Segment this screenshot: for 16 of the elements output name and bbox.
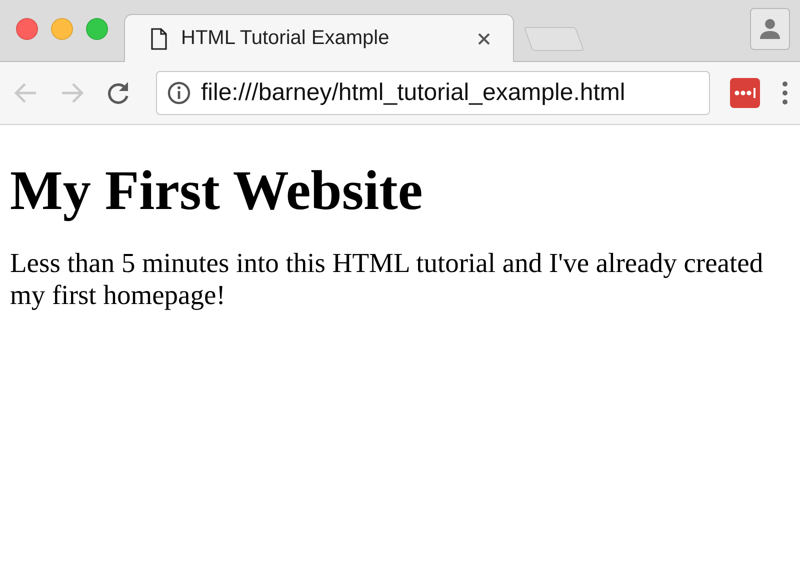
document-icon <box>151 28 167 50</box>
profile-button[interactable] <box>750 8 790 50</box>
dots-icon <box>734 88 756 98</box>
page-heading: My First Website <box>10 161 424 223</box>
password-manager-extension-button[interactable] <box>730 78 760 108</box>
tab-title: HTML Tutorial Example <box>181 27 390 50</box>
address-bar[interactable]: file:///barney/html_tutorial_example.html <box>156 71 710 115</box>
zoom-button[interactable] <box>86 18 108 40</box>
info-icon <box>167 81 191 105</box>
person-icon <box>758 18 782 40</box>
close-window-button[interactable] <box>16 18 38 40</box>
menu-icon <box>782 81 788 105</box>
page-paragraph: Less than 5 minutes into this HTML tutorial and I've already created my first homepage! <box>10 246 764 312</box>
close-tab-button[interactable] <box>477 32 491 46</box>
browser-tab[interactable]: HTML Tutorial Example <box>124 14 514 62</box>
minimize-button[interactable] <box>51 18 73 40</box>
